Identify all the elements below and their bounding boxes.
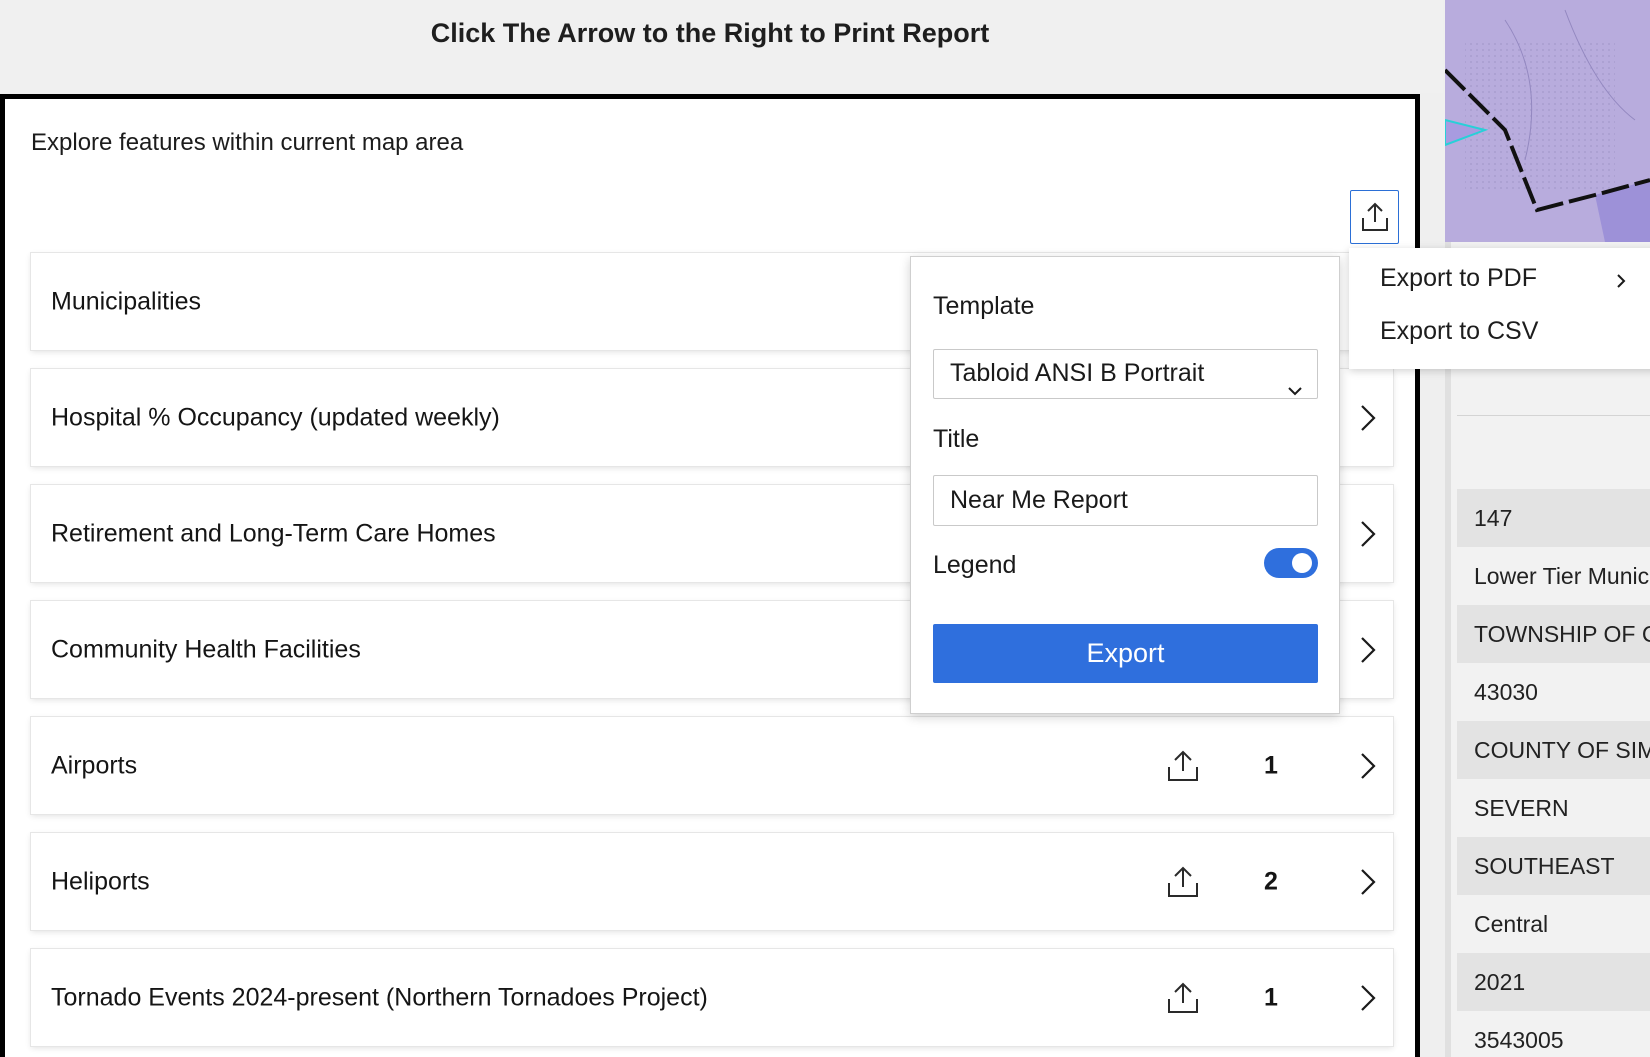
chevron-right-icon xyxy=(1616,273,1626,294)
map-view[interactable] xyxy=(1445,0,1650,242)
layer-row-tornado-events[interactable]: Tornado Events 2024-present (Northern To… xyxy=(31,949,1393,1046)
toggle-knob xyxy=(1292,553,1312,573)
share-export-icon xyxy=(1361,202,1388,231)
attribute-value: TOWNSHIP OF C xyxy=(1457,605,1650,663)
menu-item-export-pdf[interactable]: Export to PDF xyxy=(1380,264,1537,293)
title-label: Title xyxy=(933,425,980,453)
layer-row-heliports[interactable]: Heliports 2 xyxy=(31,833,1393,930)
chevron-right-icon[interactable] xyxy=(1356,403,1380,433)
attribute-value: 43030 xyxy=(1474,679,1538,705)
attribute-value: Central xyxy=(1474,911,1549,937)
legend-label: Legend xyxy=(933,551,1017,579)
attribute-value: SEVERN xyxy=(1474,795,1569,821)
feature-count: 2 xyxy=(1264,867,1278,895)
export-dropdown-menu: Export to PDF Export to CSV xyxy=(1349,248,1650,369)
layer-label: Heliports xyxy=(51,867,150,895)
export-menu-button[interactable] xyxy=(1350,190,1399,244)
chevron-right-icon[interactable] xyxy=(1356,751,1380,781)
feature-count: 1 xyxy=(1264,751,1278,779)
attribute-value: COUNTY OF SIM xyxy=(1457,721,1650,779)
page-title: Click The Arrow to the Right to Print Re… xyxy=(430,18,990,48)
legend-toggle[interactable] xyxy=(1264,548,1318,578)
layer-label: Airports xyxy=(51,751,138,779)
export-button[interactable]: Export xyxy=(933,624,1318,683)
layer-row-airports[interactable]: Airports 1 xyxy=(31,717,1393,814)
chevron-right-icon[interactable] xyxy=(1356,983,1380,1013)
share-export-icon[interactable] xyxy=(1165,864,1201,900)
print-settings-popover: Template Tabloid ANSI B Portrait Title L… xyxy=(910,256,1340,714)
chevron-right-icon[interactable] xyxy=(1356,635,1380,665)
layer-label: Retirement and Long-Term Care Homes xyxy=(51,519,496,547)
template-select[interactable]: Tabloid ANSI B Portrait xyxy=(933,349,1318,399)
chevron-right-icon[interactable] xyxy=(1356,519,1380,549)
map-graphic xyxy=(1445,0,1650,242)
layer-label: Tornado Events 2024-present (Northern To… xyxy=(51,983,708,1011)
chevron-right-icon[interactable] xyxy=(1356,867,1380,897)
menu-item-export-csv[interactable]: Export to CSV xyxy=(1380,317,1538,346)
layer-label: Community Health Facilities xyxy=(51,635,361,663)
page-header: Click The Arrow to the Right to Print Re… xyxy=(0,0,1443,93)
attribute-value: SOUTHEAST xyxy=(1457,837,1650,895)
layer-label: Hospital % Occupancy (updated weekly) xyxy=(51,403,500,431)
template-label: Template xyxy=(933,292,1035,320)
divider xyxy=(1457,415,1650,416)
attribute-value: 2021 xyxy=(1457,953,1650,1011)
share-export-icon[interactable] xyxy=(1165,980,1201,1016)
layer-label: Municipalities xyxy=(51,287,202,315)
share-export-icon[interactable] xyxy=(1165,748,1201,784)
attribute-value: 3543005 xyxy=(1474,1027,1564,1053)
panel-subtitle: Explore features within current map area xyxy=(31,129,464,156)
attribute-value: 147 xyxy=(1457,489,1650,547)
title-input[interactable] xyxy=(933,475,1318,526)
feature-count: 1 xyxy=(1264,983,1278,1011)
chevron-down-icon xyxy=(1287,366,1303,413)
attribute-value: Lower Tier Munic xyxy=(1474,563,1650,589)
template-select-value: Tabloid ANSI B Portrait xyxy=(950,359,1205,387)
